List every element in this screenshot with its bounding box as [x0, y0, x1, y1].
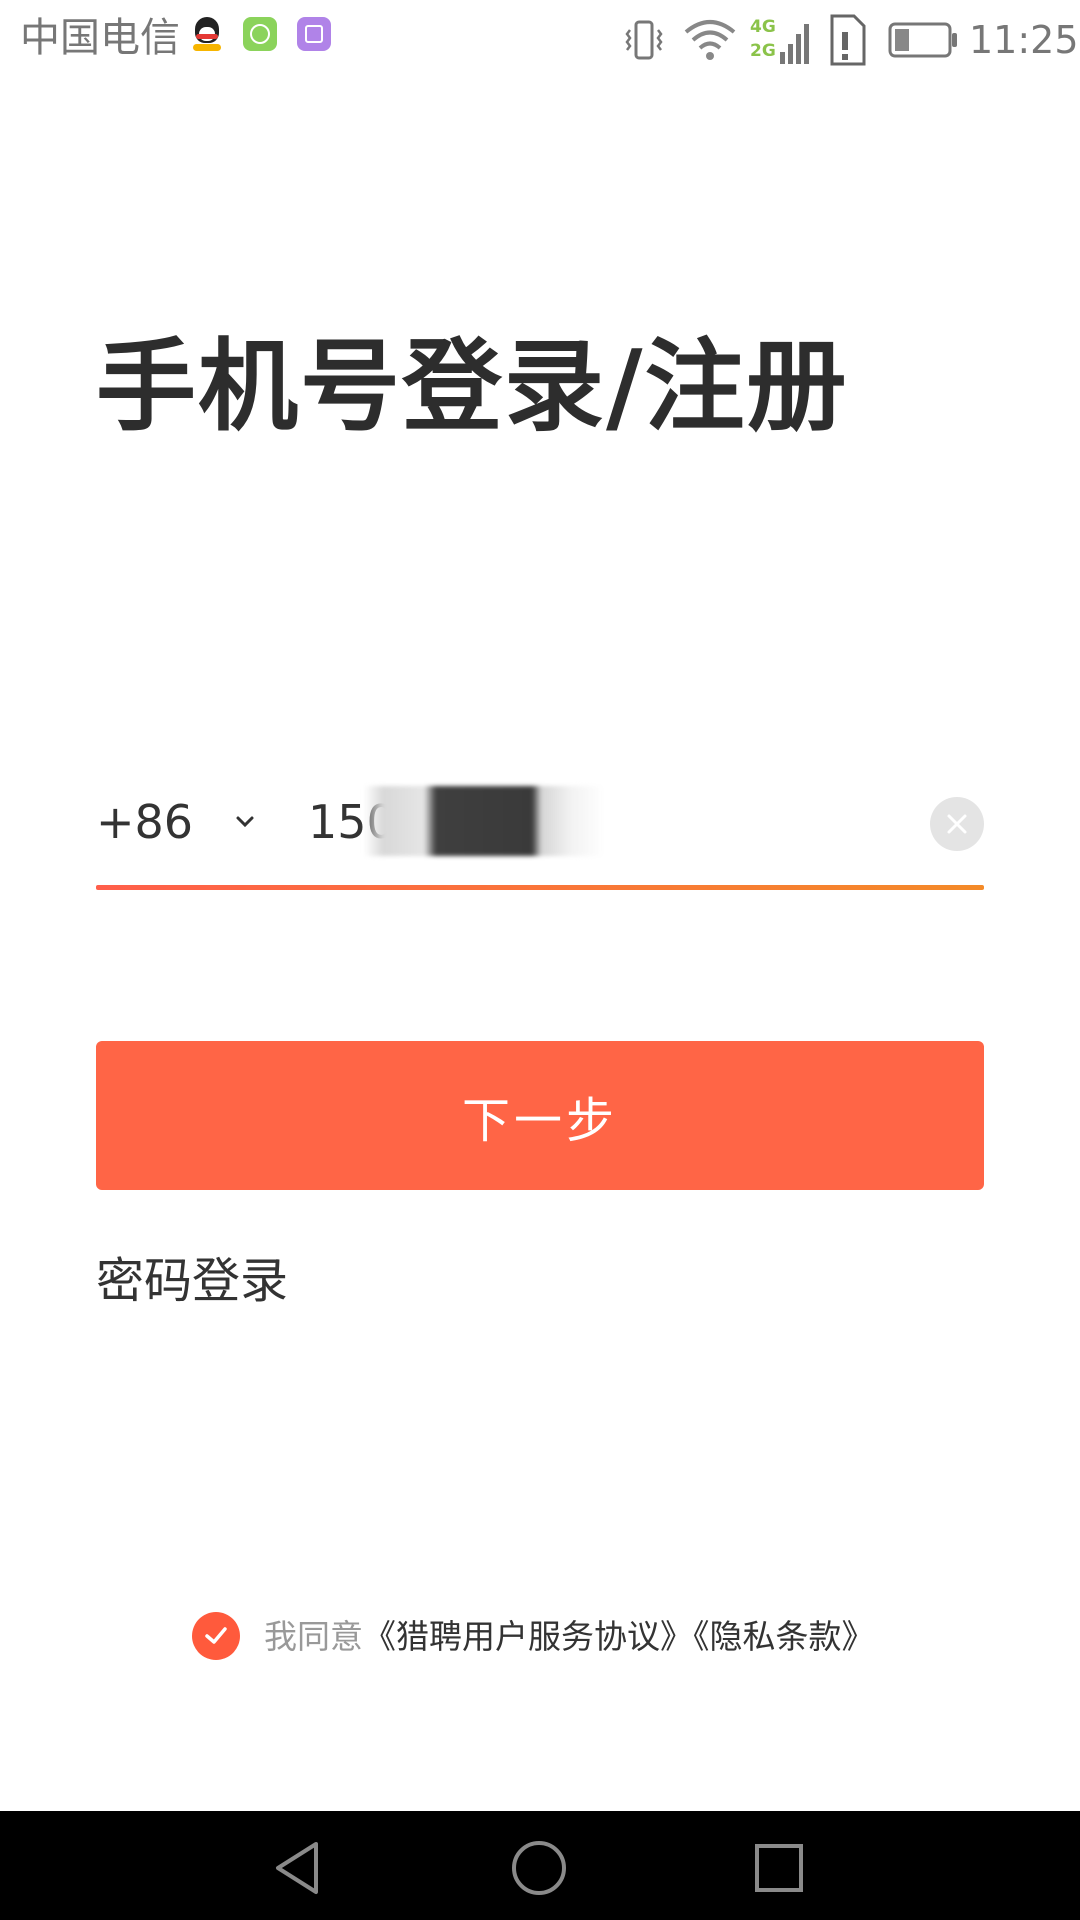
input-underline	[96, 885, 984, 890]
battery-icon	[888, 22, 957, 58]
carrier-name: 中国电信	[20, 15, 180, 61]
close-icon	[947, 814, 967, 834]
chevron-down-icon[interactable]	[231, 808, 259, 836]
agree-checkbox[interactable]	[192, 1612, 240, 1660]
clear-input-button[interactable]	[930, 797, 984, 851]
navigation-bar	[0, 1811, 1080, 1920]
back-nav-icon[interactable]	[270, 1838, 330, 1898]
home-nav-icon[interactable]	[509, 1838, 569, 1898]
qq-icon	[190, 17, 224, 51]
vibrate-icon	[625, 20, 663, 60]
next-step-button[interactable]: 下一步	[96, 1041, 984, 1190]
recent-apps-nav-icon[interactable]	[749, 1838, 809, 1898]
sim-alert-icon	[830, 14, 866, 66]
service-agreement-link[interactable]: 《猎聘用户服务协议》	[363, 1617, 693, 1656]
privacy-policy-link[interactable]: 《隐私条款》	[693, 1617, 875, 1656]
network-label-4g: 4G	[750, 17, 776, 37]
signal-icon: 4G 2G	[750, 17, 809, 64]
wifi-icon	[684, 20, 736, 60]
gallery-icon	[297, 17, 331, 51]
redaction-blur	[364, 786, 604, 856]
agree-prefix: 我同意	[264, 1617, 363, 1656]
country-code-selector[interactable]: +86	[96, 792, 193, 852]
network-label-2g: 2G	[750, 41, 776, 61]
page-title: 手机号登录/注册	[96, 328, 849, 445]
sync-icon	[243, 17, 277, 51]
agreement-text: 我同意《猎聘用户服务协议》《隐私条款》	[264, 1612, 875, 1662]
checkmark-icon	[205, 1627, 227, 1644]
phone-input-row: +86	[96, 780, 984, 890]
status-bar: 中国电信 4G 2G 11:25	[0, 0, 1080, 80]
password-login-link[interactable]: 密码登录	[96, 1250, 288, 1312]
status-time: 11:25	[969, 18, 1079, 62]
